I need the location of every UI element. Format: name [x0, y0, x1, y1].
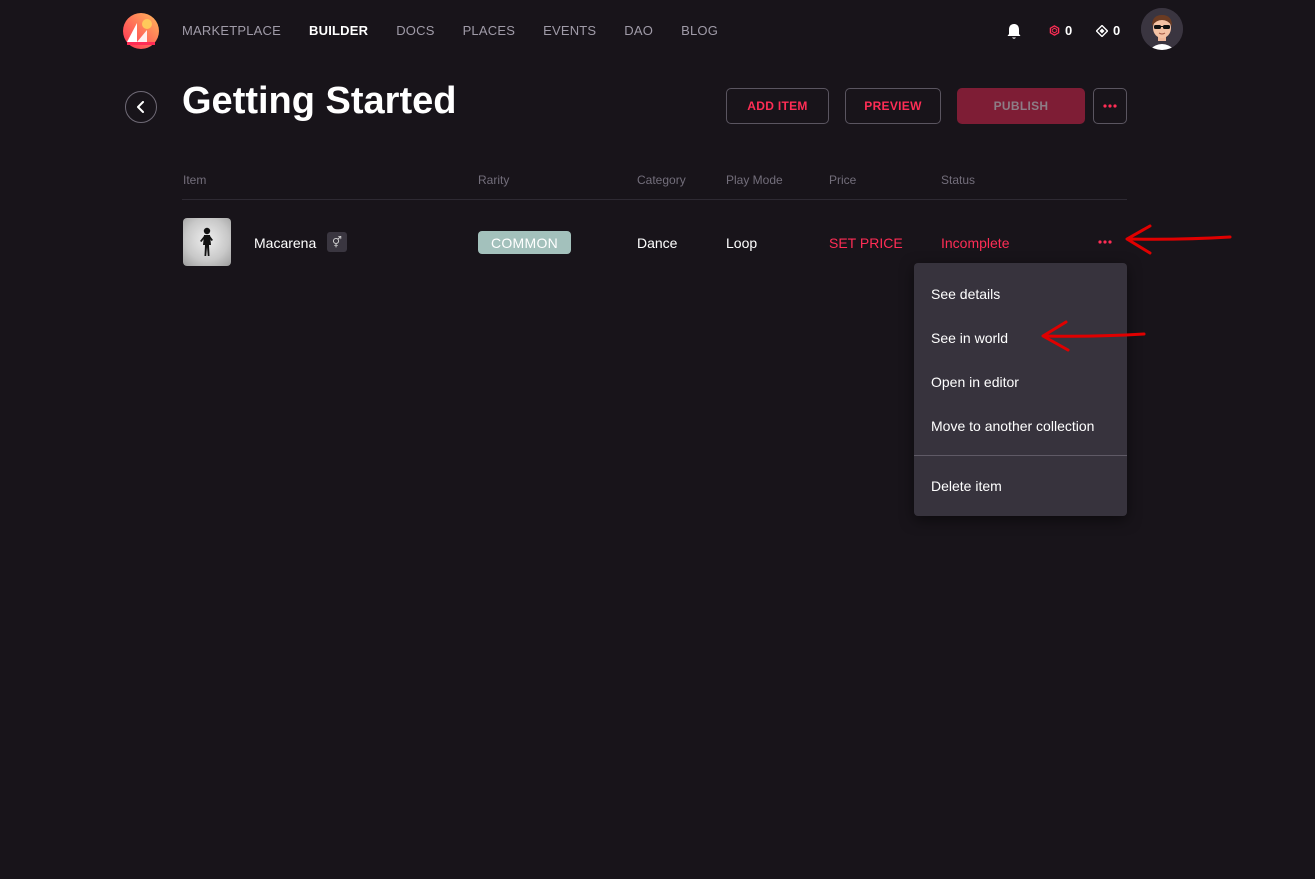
mana-ethereum-balance[interactable]: 0 [1096, 23, 1120, 38]
nav-link-blog[interactable]: BLOG [681, 23, 718, 38]
menu-item-see-in-world[interactable]: See in world [931, 330, 1008, 346]
nav-link-dao[interactable]: DAO [624, 23, 653, 38]
annotation-arrow-options [1125, 224, 1232, 255]
item-thumbnail[interactable] [183, 218, 231, 266]
mana-polygon-balance[interactable]: 0 [1049, 23, 1072, 38]
nav-links: MARKETPLACE BUILDER DOCS PLACES EVENTS D… [182, 23, 746, 38]
column-header-item: Item [183, 173, 207, 187]
ellipsis-icon [1103, 104, 1117, 108]
item-options-menu: See details See in world Open in editor … [914, 263, 1127, 516]
avatar-icon [1141, 8, 1183, 50]
decentraland-logo[interactable] [123, 13, 159, 49]
rarity-badge: COMMON [478, 231, 571, 254]
menu-divider [914, 455, 1127, 456]
menu-item-see-details[interactable]: See details [931, 286, 1000, 302]
category-value: Dance [637, 235, 678, 251]
mana-polygon-value: 0 [1065, 23, 1073, 38]
column-header-rarity: Rarity [478, 173, 510, 187]
table-divider [182, 199, 1127, 200]
unisex-icon: ⚥ [327, 232, 347, 252]
column-header-status: Status [941, 173, 976, 187]
avatar-silhouette-icon [200, 227, 213, 256]
preview-button[interactable]: PREVIEW [845, 88, 941, 124]
nav-link-events[interactable]: EVENTS [543, 23, 596, 38]
collection-more-button[interactable] [1093, 88, 1127, 124]
user-avatar[interactable] [1141, 8, 1183, 50]
nav-link-places[interactable]: PLACES [463, 23, 516, 38]
add-item-button[interactable]: ADD ITEM [726, 88, 829, 124]
polygon-mana-icon [1049, 25, 1060, 36]
item-options-button[interactable] [1095, 234, 1115, 250]
publish-button[interactable]: PUBLISH [957, 88, 1085, 124]
status-value: Incomplete [941, 235, 1010, 251]
menu-item-open-in-editor[interactable]: Open in editor [931, 374, 1019, 390]
nav-link-docs[interactable]: DOCS [396, 23, 434, 38]
bell-icon[interactable] [1006, 23, 1022, 41]
nav-link-builder[interactable]: BUILDER [309, 23, 368, 38]
item-name[interactable]: Macarena [254, 235, 316, 251]
chevron-left-icon [137, 101, 144, 113]
page-title: Getting Started [182, 80, 457, 122]
top-navbar: MARKETPLACE BUILDER DOCS PLACES EVENTS D… [0, 0, 1315, 64]
back-button[interactable] [125, 91, 157, 123]
set-price-link[interactable]: SET PRICE [829, 235, 903, 251]
column-header-play-mode: Play Mode [726, 173, 783, 187]
ethereum-mana-icon [1096, 24, 1108, 37]
menu-item-delete[interactable]: Delete item [931, 478, 1002, 494]
play-mode-value: Loop [726, 235, 758, 251]
column-header-category: Category [637, 173, 686, 187]
mana-ethereum-value: 0 [1113, 23, 1121, 38]
nav-link-marketplace[interactable]: MARKETPLACE [182, 23, 281, 38]
menu-item-move-collection[interactable]: Move to another collection [931, 418, 1094, 434]
ellipsis-icon [1098, 240, 1112, 244]
column-header-price: Price [829, 173, 857, 187]
